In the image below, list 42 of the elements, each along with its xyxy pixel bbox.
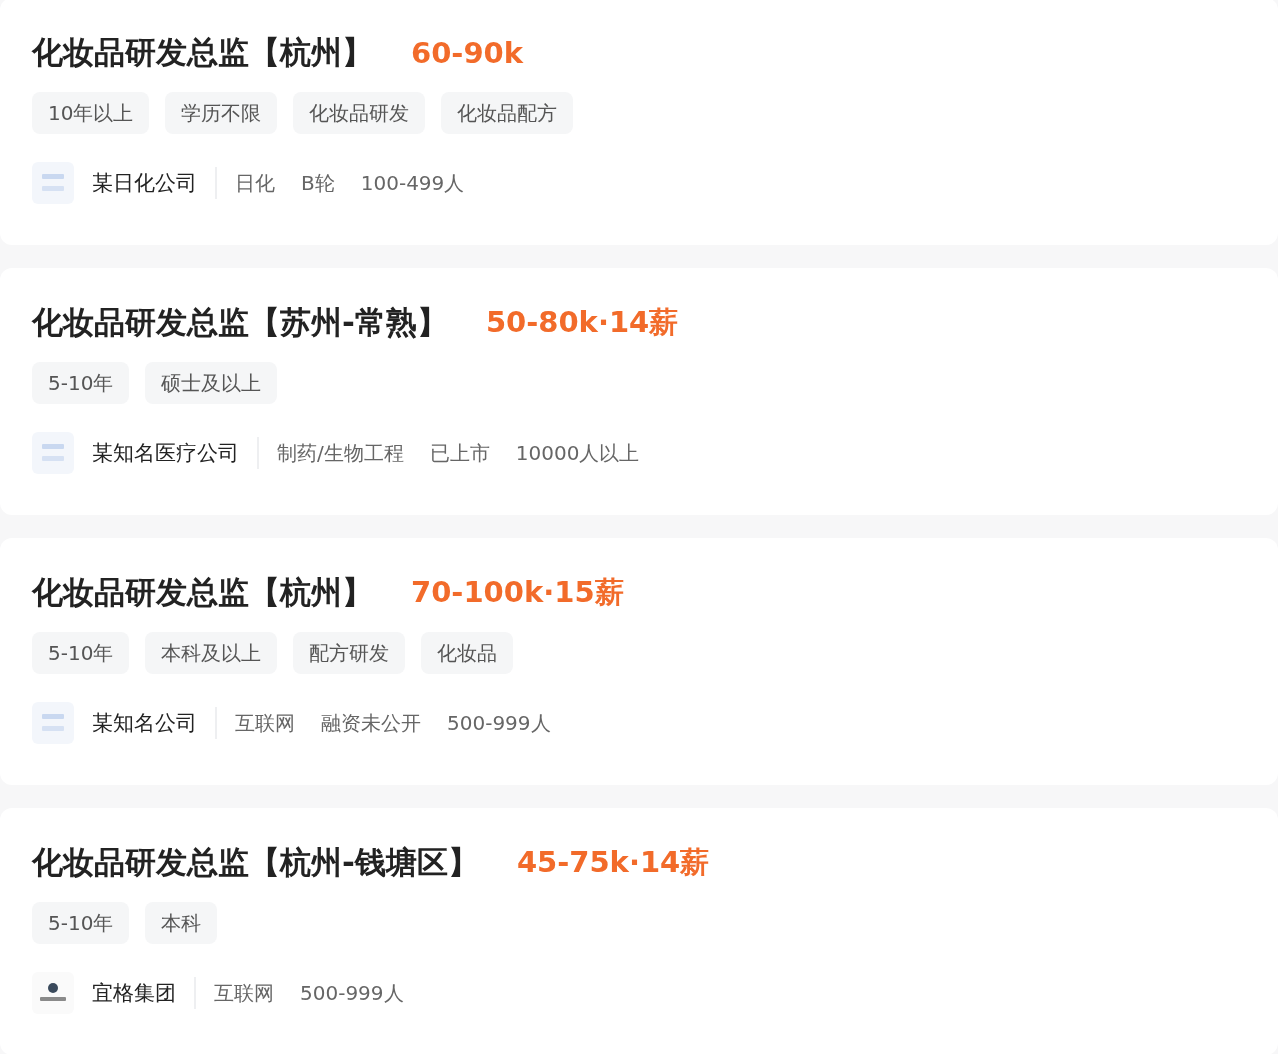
job-tag: 5-10年 (32, 632, 130, 674)
company-logo-icon (32, 432, 74, 474)
company-logo-icon (32, 162, 74, 204)
salary: 60-90k (411, 36, 524, 70)
job-tag: 化妆品配方 (441, 92, 574, 134)
company-info: 已上市 (429, 439, 490, 467)
job-title: 化妆品研发总监【苏州-常熟】 (32, 303, 448, 342)
company-info: 10000人以上 (515, 439, 640, 467)
company-name: 某知名公司 (92, 710, 197, 737)
company-info: 融资未公开 (321, 709, 421, 737)
job-card[interactable]: 化妆品研发总监【杭州】 60-90k 10年以上 学历不限 化妆品研发 化妆品配方 某日化公司 日化 B轮 100-499人 (0, 0, 1278, 245)
job-tag: 配方研发 (293, 632, 406, 674)
company-info: 制药/生物工程 (277, 439, 404, 467)
job-title: 化妆品研发总监【杭州】 (32, 33, 373, 72)
company-name: 宜格集团 (92, 980, 176, 1007)
job-tag: 5-10年 (32, 902, 130, 944)
company-info: 日化 (235, 169, 275, 197)
salary: 50-80k·14薪 (485, 304, 679, 341)
job-title: 化妆品研发总监【杭州-钱塘区】 (32, 843, 479, 882)
company-info: 500-999人 (300, 979, 404, 1007)
job-tag: 硕士及以上 (145, 362, 278, 404)
company-name: 某知名医疗公司 (92, 440, 239, 467)
job-card[interactable]: 化妆品研发总监【杭州】 70-100k·15薪 5-10年 本科及以上 配方研发 化妆品 某知名公司 互联网 融资未公开 500-999人 (0, 538, 1278, 785)
job-tag: 本科及以上 (145, 632, 278, 674)
company-logo-icon (32, 702, 74, 744)
job-card[interactable]: 化妆品研发总监【杭州-钱塘区】 45-75k·14薪 5-10年 本科 宜格集团 互联网 500-999人 (0, 808, 1278, 1054)
company-info: 互联网 (235, 709, 295, 737)
job-tag: 本科 (145, 902, 218, 944)
company-info: 100-499人 (360, 169, 465, 197)
job-title: 化妆品研发总监【杭州】 (32, 573, 373, 612)
job-tag: 化妆品研发 (293, 92, 426, 134)
job-tag: 10年以上 (32, 92, 150, 134)
company-info: B轮 (301, 169, 335, 197)
job-tag: 化妆品 (421, 632, 514, 674)
job-tag: 学历不限 (165, 92, 278, 134)
job-tag: 5-10年 (32, 362, 130, 404)
job-card[interactable]: 化妆品研发总监【苏州-常熟】 50-80k·14薪 5-10年 硕士及以上 某知名医疗公司 制药/生物工程 已上市 10000人以上 (0, 268, 1278, 515)
salary: 45-75k·14薪 (516, 844, 710, 881)
salary: 70-100k·15薪 (411, 574, 624, 611)
company-name: 某日化公司 (92, 170, 197, 197)
company-info: 互联网 (214, 979, 274, 1007)
company-info: 500-999人 (447, 709, 551, 737)
